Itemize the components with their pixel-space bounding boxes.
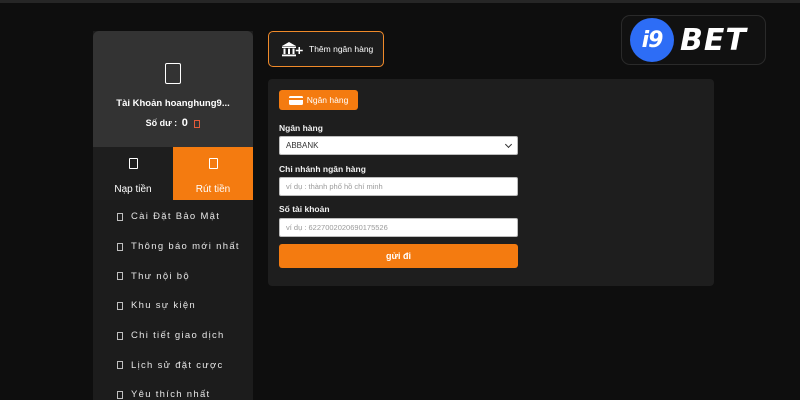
tab-bank-label: Ngân hàng xyxy=(306,95,349,105)
account-number-placeholder: ví dụ : 6227002020690175526 xyxy=(286,223,388,232)
chevron-down-icon xyxy=(504,140,513,149)
tab-deposit[interactable]: Nạp tiền xyxy=(93,147,173,200)
sidebar-item-label: Cài Đặt Bảo Mật xyxy=(131,211,221,223)
sidebar-item-bet-history[interactable]: Lịch sử đặt cược xyxy=(93,350,253,380)
account-card: Tài Khoản hoanghung9... Số dư : 0 xyxy=(93,31,253,147)
tab-deposit-label: Nạp tiền xyxy=(114,184,152,195)
sidebar-item-label: Lịch sử đặt cược xyxy=(131,359,224,371)
account-number-input[interactable]: ví dụ : 6227002020690175526 xyxy=(279,218,518,237)
submit-button[interactable]: gửi đi xyxy=(279,244,518,268)
receipt-icon xyxy=(117,331,123,340)
bank-select[interactable]: ABBANK xyxy=(279,136,518,155)
add-bank-label: Thêm ngân hàng xyxy=(309,44,374,54)
tab-withdraw[interactable]: Rút tiền xyxy=(173,147,253,200)
sidebar-item-inbox[interactable]: Thư nội bộ xyxy=(93,261,253,291)
bank-select-label: Ngân hàng xyxy=(279,123,323,133)
bell-icon xyxy=(117,242,123,251)
transaction-tabs: Nạp tiền Rút tiền xyxy=(93,147,253,200)
refresh-balance-icon[interactable] xyxy=(194,119,201,128)
logo-mark: i9 xyxy=(630,18,674,62)
heart-icon xyxy=(117,390,123,399)
sidebar-menu: Cài Đặt Bảo Mật Thông báo mới nhất Thư n… xyxy=(93,202,253,400)
branch-input-placeholder: ví dụ : thành phố hồ chí minh xyxy=(286,182,383,191)
top-border xyxy=(0,0,800,3)
account-name: Tài Khoản hoanghung9... xyxy=(116,98,230,109)
withdraw-icon xyxy=(208,158,218,169)
sidebar-item-notifications[interactable]: Thông báo mới nhất xyxy=(93,232,253,262)
sidebar-item-label: Yêu thích nhất xyxy=(131,389,211,400)
add-bank-button[interactable]: Thêm ngân hàng xyxy=(268,31,384,67)
bank-add-icon xyxy=(282,42,303,57)
sidebar-item-transaction-details[interactable]: Chi tiết giao dịch xyxy=(93,321,253,351)
sidebar-item-events[interactable]: Khu sự kiện xyxy=(93,291,253,321)
gift-icon xyxy=(117,301,123,310)
card-icon xyxy=(288,95,303,105)
sidebar-item-label: Chi tiết giao dịch xyxy=(131,330,225,342)
sidebar-item-favorites[interactable]: Yêu thích nhất xyxy=(93,380,253,400)
tab-withdraw-label: Rút tiền xyxy=(195,184,231,195)
logo-text: BET xyxy=(680,22,747,58)
balance-label: Số dư : xyxy=(145,118,178,128)
account-balance: Số dư : 0 xyxy=(93,117,253,129)
bank-select-value: ABBANK xyxy=(286,141,319,150)
user-icon xyxy=(165,63,181,84)
account-sidebar: Tài Khoản hoanghung9... Số dư : 0 Nạp ti… xyxy=(93,31,253,400)
branch-input[interactable]: ví dụ : thành phố hồ chí minh xyxy=(279,177,518,196)
sidebar-item-security-settings[interactable]: Cài Đặt Bảo Mật xyxy=(93,202,253,232)
i9bet-logo[interactable]: i9 BET xyxy=(622,16,765,64)
account-number-label: Số tài khoản xyxy=(279,204,330,214)
mail-icon xyxy=(117,272,123,281)
sidebar-item-label: Khu sự kiện xyxy=(131,300,197,312)
bank-form-panel: Ngân hàng Ngân hàng ABBANK Chi nhánh ngâ… xyxy=(268,79,714,286)
shield-icon xyxy=(117,212,123,221)
sidebar-item-label: Thư nội bộ xyxy=(131,270,190,282)
history-icon xyxy=(117,361,123,370)
balance-value: 0 xyxy=(181,117,188,129)
tab-bank[interactable]: Ngân hàng xyxy=(279,90,358,110)
deposit-icon xyxy=(128,158,138,169)
branch-field-label: Chi nhánh ngân hàng xyxy=(279,164,366,174)
sidebar-item-label: Thông báo mới nhất xyxy=(131,241,240,253)
